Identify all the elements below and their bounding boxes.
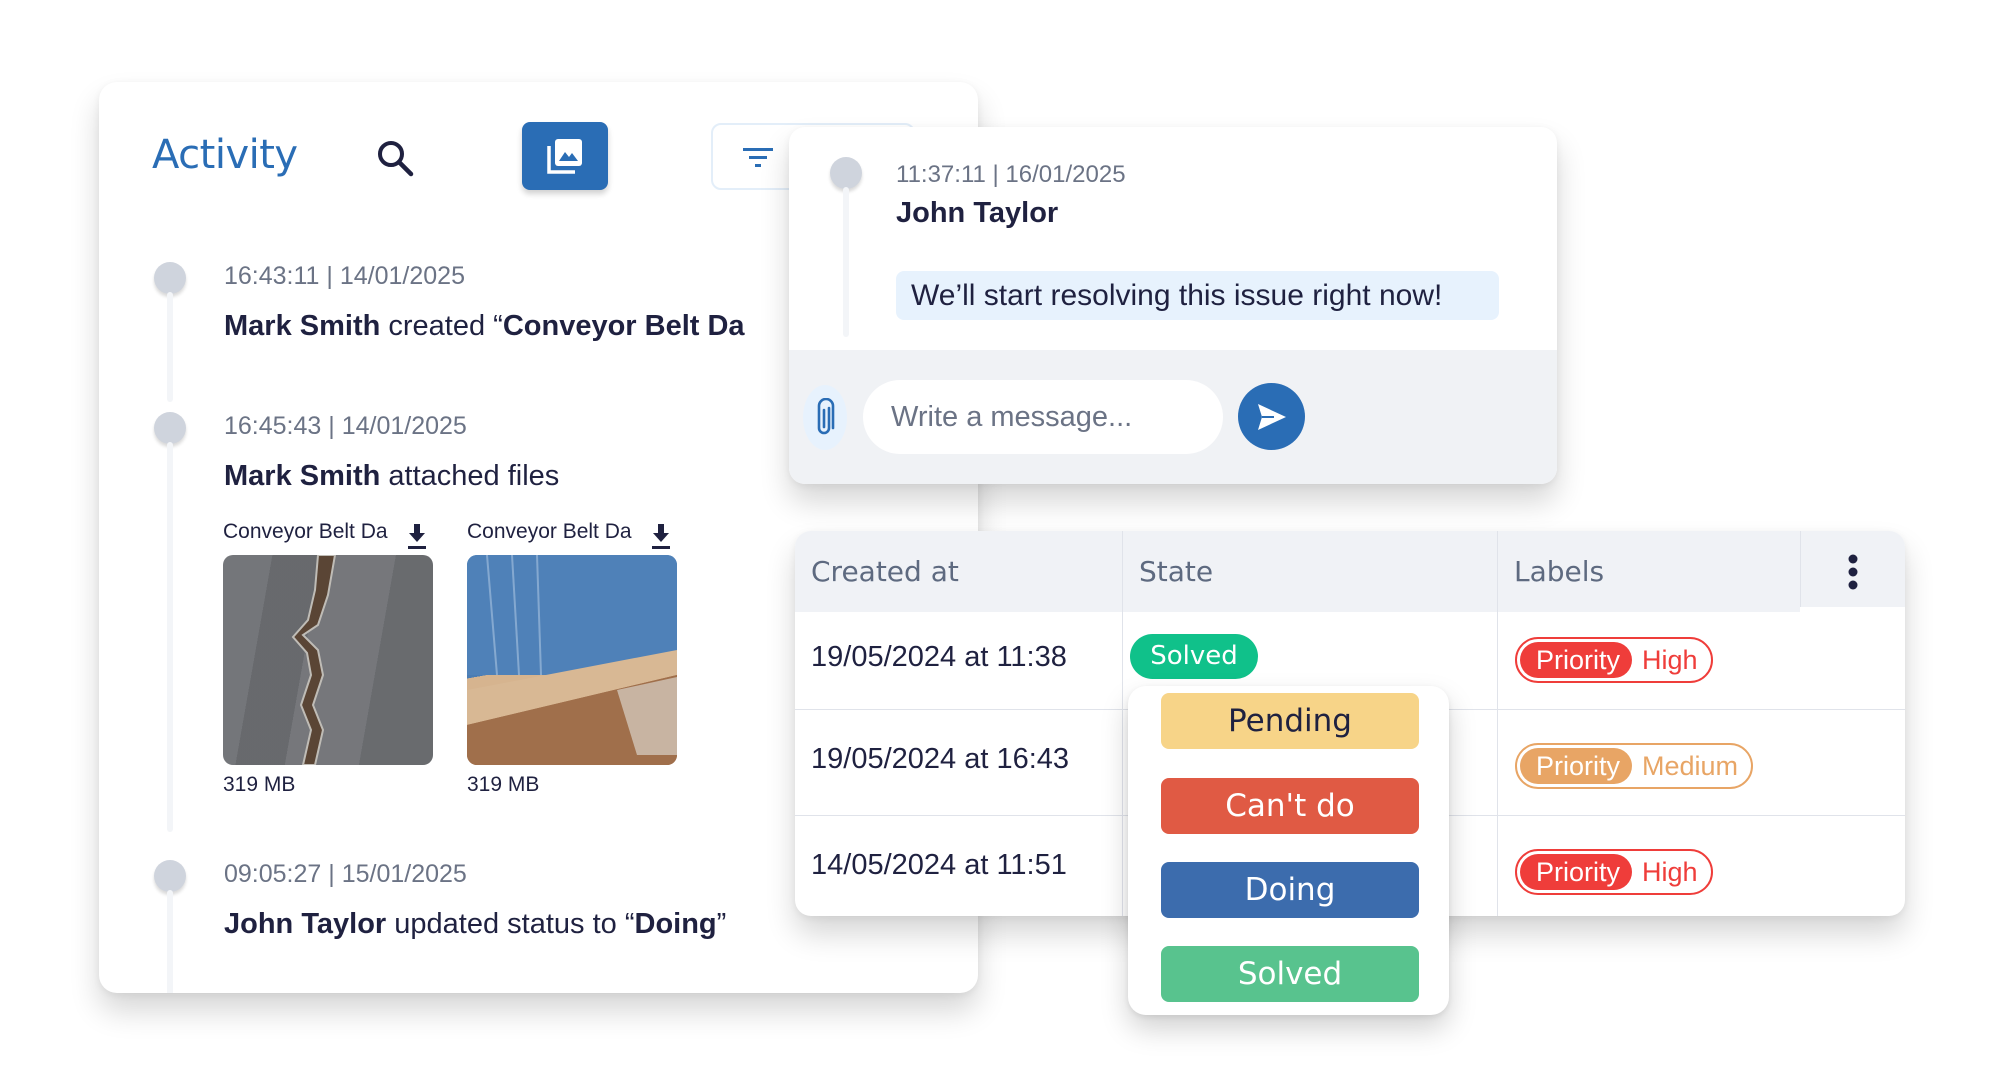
gallery-icon xyxy=(547,139,582,174)
timeline-author: Mark Smith xyxy=(224,460,381,492)
state-option-solved[interactable]: Solved xyxy=(1161,946,1419,1002)
timeline-object: Doing xyxy=(634,908,717,940)
message-timestamp: 11:37:11 | 16/01/2025 xyxy=(896,161,1126,188)
timeline-dot xyxy=(154,262,186,294)
send-button[interactable] xyxy=(1238,383,1305,450)
attachment-size: 319 MB xyxy=(467,773,540,796)
label-key: Priority xyxy=(1520,854,1633,890)
timeline-timestamp: 16:45:43 | 14/01/2025 xyxy=(224,412,467,440)
attachment-name: Conveyor Belt Da xyxy=(467,520,632,543)
label-value: High xyxy=(1642,856,1698,887)
chat-panel: 11:37:11 | 16/01/2025 John Taylor We’ll … xyxy=(789,127,1557,484)
cell-created-at: 19/05/2024 at 16:43 xyxy=(811,743,1070,775)
download-icon[interactable] xyxy=(650,522,672,550)
timeline-author: Mark Smith xyxy=(224,310,381,342)
message-author: John Taylor xyxy=(896,197,1059,229)
column-divider xyxy=(1497,531,1498,916)
attachment-thumbnail[interactable] xyxy=(223,555,433,765)
timeline-action: created “ xyxy=(380,310,503,342)
belt-crack-image xyxy=(291,555,337,765)
belt-roller-image xyxy=(467,555,677,765)
timeline-text: John Taylor updated status to “Doing” xyxy=(224,908,726,941)
timeline-line xyxy=(167,890,173,993)
state-option-pending[interactable]: Pending xyxy=(1161,693,1419,749)
attachment-size: 319 MB xyxy=(223,773,296,796)
label-tag[interactable]: Priority High xyxy=(1515,849,1713,895)
timeline-dot xyxy=(154,860,186,892)
timeline-text: Mark Smith created “Conveyor Belt Da xyxy=(224,310,745,343)
state-option-cant-do[interactable]: Can't do xyxy=(1161,778,1419,834)
timeline-line xyxy=(843,187,849,337)
state-badge[interactable]: Solved xyxy=(1130,634,1258,679)
message-input[interactable] xyxy=(863,380,1223,454)
gallery-button[interactable] xyxy=(522,122,608,190)
search-icon[interactable] xyxy=(375,138,415,178)
attachment-thumbnail[interactable] xyxy=(467,555,677,765)
paperclip-icon xyxy=(817,397,835,434)
timeline-dot xyxy=(154,412,186,444)
state-option-doing[interactable]: Doing xyxy=(1161,862,1419,918)
label-key: Priority xyxy=(1520,748,1633,784)
filter-icon xyxy=(743,148,773,167)
label-value: High xyxy=(1642,644,1698,675)
kebab-menu-icon[interactable] xyxy=(1847,554,1859,590)
column-divider xyxy=(1800,531,1801,607)
column-divider xyxy=(1122,531,1123,916)
column-header-state[interactable]: State xyxy=(1122,531,1497,612)
timeline-timestamp: 16:43:11 | 14/01/2025 xyxy=(224,262,465,290)
chat-composer xyxy=(789,350,1557,484)
download-icon[interactable] xyxy=(406,522,428,550)
column-header-labels[interactable]: Labels xyxy=(1497,531,1800,612)
timeline-action: attached files xyxy=(380,460,560,492)
timeline-line xyxy=(167,442,173,832)
attachment-name: Conveyor Belt Da xyxy=(223,520,388,543)
column-header-created-at[interactable]: Created at xyxy=(795,531,1122,612)
label-tag[interactable]: Priority Medium xyxy=(1515,743,1754,789)
timeline-author: John Taylor xyxy=(224,908,387,940)
timeline-line xyxy=(167,292,173,402)
timeline-dot xyxy=(830,157,862,189)
label-tag[interactable]: Priority High xyxy=(1515,637,1713,683)
state-dropdown: Pending Can't do Doing Solved xyxy=(1128,686,1449,1015)
label-key: Priority xyxy=(1520,642,1633,678)
timeline-timestamp: 09:05:27 | 15/01/2025 xyxy=(224,860,467,888)
label-value: Medium xyxy=(1642,750,1739,781)
message-bubble: We’ll start resolving this issue right n… xyxy=(896,271,1499,320)
timeline-object[interactable]: Conveyor Belt Da xyxy=(503,310,745,342)
attach-button[interactable] xyxy=(803,385,847,450)
timeline-suffix: ” xyxy=(716,908,727,940)
cell-created-at: 14/05/2024 at 11:51 xyxy=(811,849,1067,881)
timeline-action: updated status to “ xyxy=(386,908,635,940)
timeline-text: Mark Smith attached files xyxy=(224,460,559,493)
activity-title: Activity xyxy=(152,132,298,178)
send-icon xyxy=(1257,403,1286,430)
cell-created-at: 19/05/2024 at 11:38 xyxy=(811,641,1067,673)
